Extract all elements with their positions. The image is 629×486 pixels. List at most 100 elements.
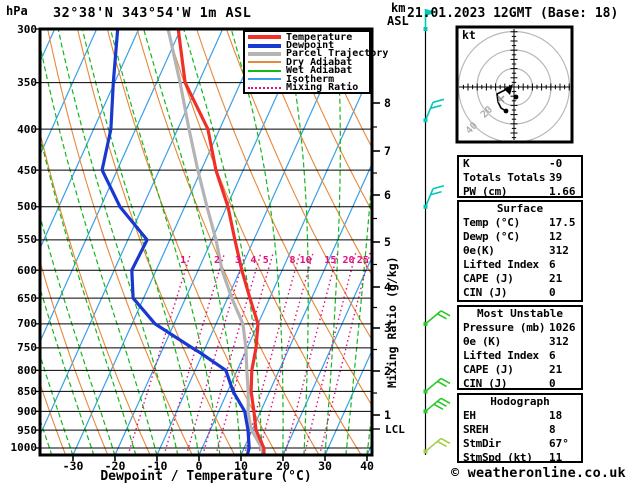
km-tick-label: 6 (384, 187, 391, 202)
hodograph-panel-title: Hodograph (490, 395, 550, 408)
panel-row-value: 1.66 (549, 185, 576, 199)
station-title: 32°38'N 343°54'W 1m ASL (53, 5, 252, 21)
panel-row-value: 312 (549, 244, 569, 258)
panel-row-value: 1026 (549, 321, 576, 334)
legend-item-label: Mixing Ratio (286, 82, 359, 94)
panel-row-value: 0 (549, 286, 556, 300)
panel-row-value: 17.5 (549, 216, 576, 229)
surface-panel-title: Surface (496, 202, 544, 215)
pressure-tick-label: 1000 (10, 441, 38, 455)
datetime-label: 21.01.2023 12GMT (Base: 18) (407, 6, 619, 21)
panel-row: SREH 8 (459, 423, 581, 437)
panel-row-label: PW (cm) (463, 185, 508, 199)
temperature-tick-label: 40 (360, 459, 374, 473)
panel-row: θe(K) 312 (459, 244, 581, 258)
legend-line-sample (248, 69, 281, 72)
skewt-sounding-page: hPa 32°38'N 343°54'W 1m ASL km ASL 21.01… (0, 0, 629, 486)
temperature-tick-label: 10 (234, 459, 248, 473)
panel-row-value: 67° (549, 437, 569, 451)
panel-row-label: CAPE (J) (463, 272, 514, 286)
panel-row-value: 39 (549, 171, 563, 185)
panel-row-value: 6 (549, 258, 556, 272)
pressure-tick-label: 600 (17, 263, 37, 277)
panel-row: θe (K) 312 (459, 335, 581, 349)
panel-row-label: CIN (J) (463, 377, 508, 391)
panel-row: Totals Totals 39 (459, 171, 581, 185)
panel-row-label: Totals Totals (463, 171, 546, 185)
panel-row-label: Pressure (mb) (463, 321, 546, 334)
indices-panel: K -0 Totals Totals 39 PW (cm) 1.66 (457, 155, 583, 198)
pressure-tick-label: 350 (17, 76, 37, 90)
mixing-ratio-value-label: 1 (180, 255, 187, 266)
panel-row: Lifted Index 6 (459, 349, 581, 363)
km-tick-label: 4 (384, 279, 391, 294)
panel-row-value: 312 (549, 335, 569, 349)
temperature-tick-label: 20 (276, 459, 290, 473)
pressure-tick-label: 550 (17, 233, 37, 247)
panel-row-value: 6 (549, 349, 556, 363)
panel-row-label: Lifted Index (463, 258, 539, 272)
panel-row-label: θe (K) (463, 335, 501, 349)
panel-row-label: θe(K) (463, 244, 495, 258)
panel-row-label: SREH (463, 423, 489, 437)
panel-row-value: 0 (549, 377, 556, 391)
most-unstable-panel: Most Unstable Pressure (mb) 1026 θe (K) 312… (457, 305, 583, 390)
pressure-tick-label: 300 (17, 22, 37, 36)
panel-row: EH 18 (459, 409, 581, 423)
pressure-tick-label: 850 (17, 384, 37, 398)
pressure-tick-label: 500 (17, 200, 37, 214)
pressure-tick-label: 400 (17, 122, 37, 136)
km-tick-label: 7 (384, 143, 391, 158)
panel-row: Temp (°C) 17.5 (459, 216, 581, 230)
temperature-tick-label: -30 (62, 459, 84, 473)
panel-row-label: EH (463, 409, 476, 422)
panel-row: Pressure (mb) 1026 (459, 321, 581, 335)
hodograph-unit-label: kt (462, 28, 476, 42)
panel-row-value: 21 (549, 272, 563, 286)
panel-row-value: -0 (549, 157, 563, 170)
panel-row: Lifted Index 6 (459, 258, 581, 272)
copyright-text: © weatheronline.co.uk (451, 465, 626, 481)
panel-row: Dewp (°C) 12 (459, 230, 581, 244)
km-tick-label: 8 (384, 95, 391, 110)
km-unit-label: km (391, 1, 406, 15)
hodograph-panel: Hodograph EH 18 SREH 8 StmDir 67° StmSpd (kt) 1… (457, 393, 583, 465)
panel-row-value: 11 (549, 451, 563, 465)
temperature-tick-label: 0 (195, 459, 203, 473)
mixing-ratio-value-label: 10 (299, 255, 312, 266)
legend-line-sample (248, 51, 281, 56)
asl-unit-label: ASL (387, 14, 409, 28)
pressure-tick-label: 450 (17, 163, 37, 177)
panel-row: CIN (J) 0 (459, 377, 581, 391)
panel-row: K -0 (459, 157, 581, 171)
panel-row-label: Dewp (°C) (463, 230, 520, 244)
panel-row-label: StmSpd (kt) (463, 451, 533, 465)
most-unstable-panel-title: Most Unstable (476, 307, 564, 320)
panel-row: CIN (J) 0 (459, 286, 581, 300)
pressure-tick-label: 800 (17, 363, 37, 377)
km-tick-label: 2 (384, 363, 391, 378)
panel-row-label: Temp (°C) (463, 216, 520, 229)
pressure-unit-label: hPa (6, 4, 28, 18)
legend-line-sample (248, 43, 281, 48)
km-tick-label: 3 (384, 320, 391, 335)
panel-row: StmDir 67° (459, 437, 581, 451)
temperature-tick-label: -20 (104, 459, 126, 473)
legend-line-sample (248, 35, 281, 40)
legend-item: Mixing Ratio (248, 82, 369, 94)
km-tick-label: 5 (384, 234, 391, 249)
surface-panel: Surface Temp (°C) 17.5 Dewp (°C) 12 θe(K) 312… (457, 200, 583, 302)
legend-box: Temperature Dewpoint Parcel Trajectory Dry … (243, 30, 388, 94)
panel-row-label: CIN (J) (463, 286, 508, 300)
panel-row-value: 8 (549, 423, 556, 437)
km-tick-label: 1 (384, 407, 391, 422)
panel-row-value: 18 (549, 409, 563, 422)
panel-row: PW (cm) 1.66 (459, 185, 581, 199)
mixing-ratio-value-label: 25 (356, 255, 369, 266)
panel-row: CAPE (J) 21 (459, 363, 581, 377)
legend-line-sample (248, 78, 281, 81)
pressure-tick-label: 750 (17, 341, 37, 355)
panel-row-label: K (463, 157, 470, 170)
temperature-tick-label: -10 (146, 459, 168, 473)
mixing-ratio-value-label: 5 (262, 255, 269, 266)
